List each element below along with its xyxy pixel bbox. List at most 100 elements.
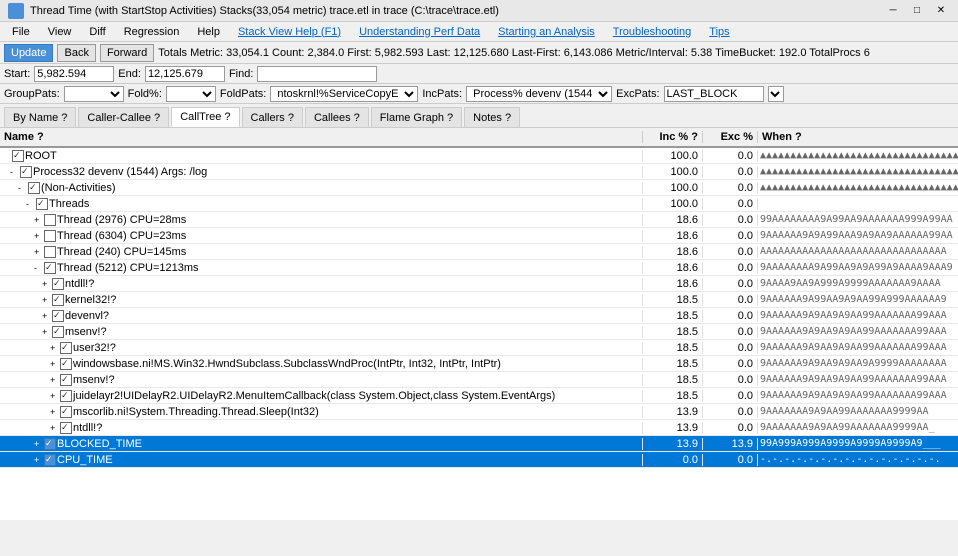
tab-2[interactable]: CallTree ?	[171, 107, 239, 127]
row-checkbox[interactable]	[52, 278, 64, 290]
row-checkbox[interactable]	[12, 150, 24, 162]
row-checkbox[interactable]	[60, 358, 72, 370]
row-checkbox[interactable]	[60, 422, 72, 434]
table-row[interactable]: ROOT100.00.0▲▲▲▲▲▲▲▲▲▲▲▲▲▲▲▲▲▲▲▲▲▲▲▲▲▲▲▲…	[0, 148, 958, 164]
row-checkbox[interactable]	[28, 182, 40, 194]
row-checkbox[interactable]	[52, 294, 64, 306]
excpats-dropdown[interactable]	[768, 86, 784, 102]
table-row[interactable]: + Thread (2976) CPU=28ms18.60.099AAAAAAA…	[0, 212, 958, 228]
table-row[interactable]: - Thread (5212) CPU=1213ms18.60.09AAAAAA…	[0, 260, 958, 276]
table-row[interactable]: - Threads100.00.0	[0, 196, 958, 212]
row-checkbox[interactable]	[52, 310, 64, 322]
tab-1[interactable]: Caller-Callee ?	[78, 107, 169, 127]
tree-expander[interactable]: +	[42, 327, 52, 337]
row-checkbox[interactable]	[36, 198, 48, 210]
incpats-select[interactable]: Process% devenv (1544	[466, 86, 612, 102]
fold-select[interactable]	[166, 86, 216, 102]
close-button[interactable]: ✕	[932, 2, 950, 20]
table-row[interactable]: - (Non-Activities)100.00.0▲▲▲▲▲▲▲▲▲▲▲▲▲▲…	[0, 180, 958, 196]
menu-item-diff[interactable]: Diff	[81, 24, 113, 40]
menu-item-tips[interactable]: Tips	[701, 24, 737, 40]
maximize-button[interactable]: □	[908, 2, 926, 20]
tree-expander[interactable]: +	[34, 247, 44, 257]
table-row[interactable]: + juidelayr2!UIDelayR2.UIDelayR2.MenuIte…	[0, 388, 958, 404]
tree-expander[interactable]: -	[10, 167, 20, 177]
row-checkbox[interactable]	[60, 342, 72, 354]
table-row[interactable]: + msenv!?18.50.09AAAAAA9A9AA9A9AA99AAAAA…	[0, 324, 958, 340]
tree-expander[interactable]: +	[50, 375, 60, 385]
menu-item-starting-an-analysis[interactable]: Starting an Analysis	[490, 24, 603, 40]
tree-expander[interactable]: -	[18, 183, 28, 193]
menu-item-troubleshooting[interactable]: Troubleshooting	[605, 24, 699, 40]
table-row[interactable]: + devenvl?18.50.09AAAAAA9A9AA9A9AA99AAAA…	[0, 308, 958, 324]
tree-expander[interactable]: +	[50, 407, 60, 417]
tree-expander[interactable]: +	[34, 215, 44, 225]
table-row[interactable]: + CPU_TIME0.00.0-.-.-.-.-.-.-.-.-.-.-.-.…	[0, 452, 958, 468]
col-inc-header[interactable]: Inc % ?	[643, 131, 703, 143]
filter-row-2: GroupPats: Fold%: FoldPats: ntoskrnl!%Se…	[0, 84, 958, 104]
col-exc-header[interactable]: Exc %	[703, 131, 758, 143]
row-checkbox[interactable]	[44, 246, 56, 258]
row-checkbox[interactable]	[20, 166, 32, 178]
row-checkbox[interactable]	[60, 390, 72, 402]
tree-expander[interactable]: +	[50, 359, 60, 369]
grouppats-select[interactable]	[64, 86, 124, 102]
menu-item-understanding-perf-data[interactable]: Understanding Perf Data	[351, 24, 488, 40]
tree-expander[interactable]: +	[42, 279, 52, 289]
forward-button[interactable]: Forward	[100, 44, 154, 62]
start-input[interactable]	[34, 66, 114, 82]
foldpats-select[interactable]: ntoskrnl!%ServiceCopyE	[270, 86, 418, 102]
row-checkbox[interactable]	[60, 374, 72, 386]
table-row[interactable]: + msenv!?18.50.09AAAAAA9A9AA9A9AA99AAAAA…	[0, 372, 958, 388]
menu-item-help[interactable]: Help	[189, 24, 228, 40]
menu-item-view[interactable]: View	[40, 24, 80, 40]
col-name-header[interactable]: Name ?	[0, 131, 643, 143]
row-checkbox[interactable]	[44, 454, 56, 466]
tab-4[interactable]: Callees ?	[305, 107, 369, 127]
menu-item-regression[interactable]: Regression	[116, 24, 188, 40]
tree-expander[interactable]: +	[34, 439, 44, 449]
table-row[interactable]: + windowsbase.ni!MS.Win32.HwndSubclass.S…	[0, 356, 958, 372]
tree-expander[interactable]: +	[34, 455, 44, 465]
find-input[interactable]	[257, 66, 377, 82]
when-value: -.-.-.-.-.-.-.-.-.-.-.-.-.-.-.	[758, 454, 958, 465]
row-checkbox[interactable]	[44, 214, 56, 226]
tree-expander[interactable]: +	[34, 231, 44, 241]
row-checkbox[interactable]	[44, 438, 56, 450]
table-row[interactable]: + BLOCKED_TIME13.913.999A999A999A9999A99…	[0, 436, 958, 452]
end-input[interactable]	[145, 66, 225, 82]
back-button[interactable]: Back	[57, 44, 95, 62]
row-checkbox[interactable]	[60, 406, 72, 418]
tab-0[interactable]: By Name ?	[4, 107, 76, 127]
table-row[interactable]: + mscorlib.ni!System.Threading.Thread.Sl…	[0, 404, 958, 420]
menu-item-stack-view-help-(f1)[interactable]: Stack View Help (F1)	[230, 24, 349, 40]
tab-5[interactable]: Flame Graph ?	[371, 107, 462, 127]
row-label: (Non-Activities)	[41, 182, 116, 194]
table-row[interactable]: + ntdll!?13.90.09AAAAAAA9A9AA99AAAAAAA99…	[0, 420, 958, 436]
minimize-button[interactable]: ─	[884, 2, 902, 20]
row-label: BLOCKED_TIME	[57, 438, 142, 450]
tree-expander[interactable]: +	[50, 391, 60, 401]
update-button[interactable]: Update	[4, 44, 53, 62]
tree-expander[interactable]: +	[42, 295, 52, 305]
table-row[interactable]: + ntdll!?18.60.09AAAA9AA9A999A9999AAAAAA…	[0, 276, 958, 292]
row-checkbox[interactable]	[44, 230, 56, 242]
row-checkbox[interactable]	[52, 326, 64, 338]
table-row[interactable]: + kernel32!?18.50.09AAAAAA9A99AA9A9AA99A…	[0, 292, 958, 308]
table-row[interactable]: + Thread (6304) CPU=23ms18.60.09AAAAAA9A…	[0, 228, 958, 244]
menu-item-file[interactable]: File	[4, 24, 38, 40]
tree-expander[interactable]: +	[50, 343, 60, 353]
tree-expander[interactable]: +	[50, 423, 60, 433]
tab-6[interactable]: Notes ?	[464, 107, 520, 127]
col-when-header[interactable]: When ?	[758, 131, 958, 143]
exc-value: 0.0	[703, 390, 758, 402]
table-row[interactable]: + Thread (240) CPU=145ms18.60.0AAAAAAAAA…	[0, 244, 958, 260]
excpats-input[interactable]	[664, 86, 764, 102]
tab-3[interactable]: Callers ?	[242, 107, 303, 127]
row-checkbox[interactable]	[44, 262, 56, 274]
tree-expander[interactable]: -	[34, 263, 44, 273]
table-row[interactable]: - Process32 devenv (1544) Args: /log100.…	[0, 164, 958, 180]
tree-expander[interactable]: +	[42, 311, 52, 321]
tree-expander[interactable]: -	[26, 199, 36, 209]
table-row[interactable]: + user32!?18.50.09AAAAAA9A9AA9A9AA99AAAA…	[0, 340, 958, 356]
